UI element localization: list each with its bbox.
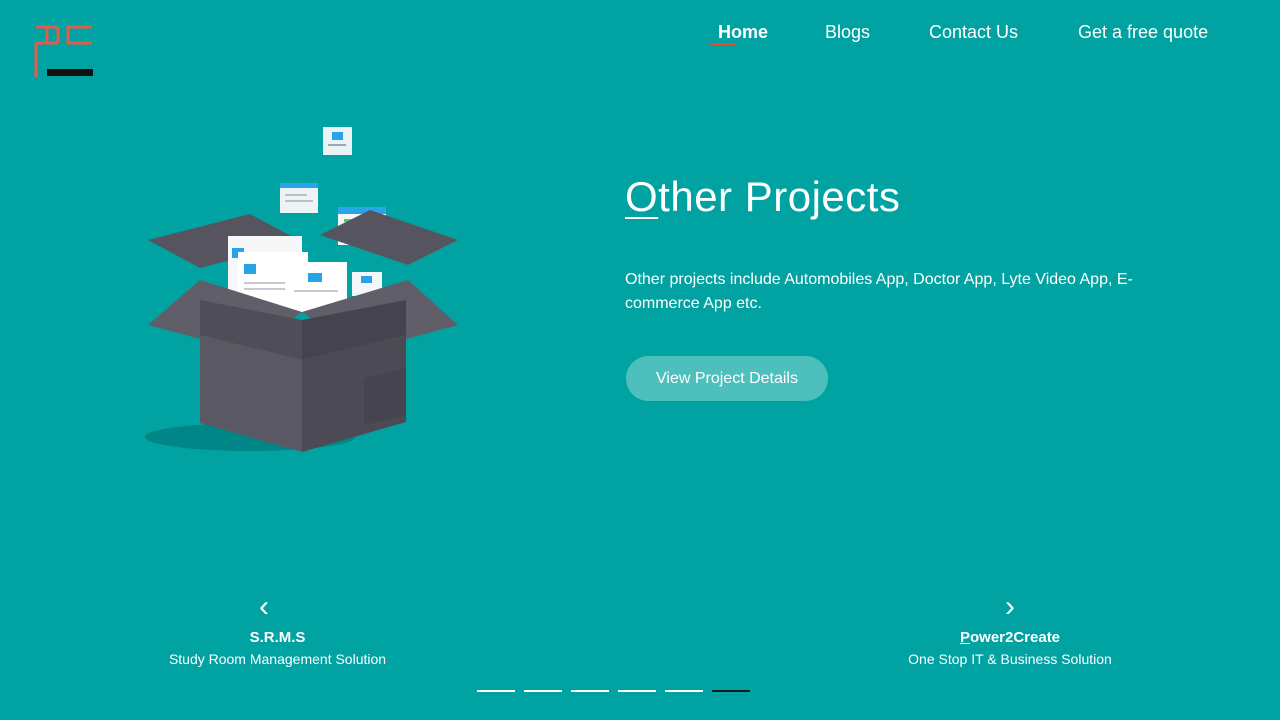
view-project-details-button[interactable]: View Project Details bbox=[626, 356, 828, 401]
carousel-indicator[interactable] bbox=[665, 690, 703, 692]
pc-logo-icon bbox=[34, 25, 93, 77]
chevron-left-icon[interactable]: ‹ bbox=[254, 592, 274, 622]
next-slide-title: Power2Create bbox=[885, 628, 1135, 648]
nav-active-underline bbox=[710, 43, 735, 45]
carousel-indicator[interactable] bbox=[712, 690, 750, 692]
carousel-indicator[interactable] bbox=[524, 690, 562, 692]
carousel-indicator[interactable] bbox=[477, 690, 515, 692]
chevron-right-icon[interactable]: › bbox=[1000, 592, 1020, 622]
next-slide-title-rest: ower2Create bbox=[969, 629, 1061, 646]
hero-title-first-letter: O bbox=[625, 173, 659, 220]
nav-free-quote[interactable]: Get a free quote bbox=[1078, 20, 1208, 44]
carousel-indicator[interactable] bbox=[618, 690, 656, 692]
brand-logo[interactable] bbox=[34, 25, 94, 79]
nav-contact-us[interactable]: Contact Us bbox=[929, 20, 1018, 44]
hero-title-rest: ther Projects bbox=[658, 173, 901, 220]
prev-slide-title: S.R.M.S bbox=[249, 629, 306, 646]
prev-slide-subtitle: Study Room Management Solution bbox=[168, 651, 387, 667]
next-slide-subtitle: One Stop IT & Business Solution bbox=[908, 651, 1112, 667]
page: Home Blogs Contact Us Get a free quote O… bbox=[0, 0, 1280, 720]
next-slide-label[interactable]: Power2Create One Stop IT & Business Solu… bbox=[885, 628, 1135, 670]
projects-box-illustration bbox=[140, 120, 470, 460]
next-slide-title-first: P bbox=[959, 629, 970, 646]
prev-slide-label[interactable]: S.R.M.S Study Room Management Solution bbox=[140, 628, 415, 670]
carousel-indicator[interactable] bbox=[571, 690, 609, 692]
hero-description: Other projects include Automobiles App, … bbox=[625, 271, 1133, 312]
nav-home[interactable]: Home bbox=[718, 20, 768, 44]
nav-blogs[interactable]: Blogs bbox=[825, 20, 870, 44]
hero-title: Other Projects bbox=[625, 170, 900, 224]
